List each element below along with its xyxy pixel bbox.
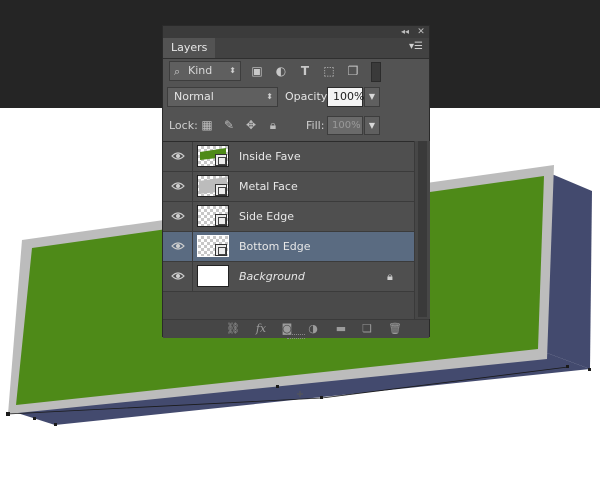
eye-icon xyxy=(171,272,185,280)
layer-row-metal-face[interactable]: Metal Face xyxy=(163,172,414,202)
lock-image-pixels-icon[interactable]: ✎ xyxy=(221,117,237,133)
blend-mode-select[interactable]: Normal ⬍ xyxy=(167,87,278,107)
kind-filter-select[interactable]: ⌕ Kind ⬍ xyxy=(169,61,241,81)
adjustment-layer-icon[interactable]: ◑ xyxy=(305,321,321,337)
panel-tabbar: Layers ▾☰ xyxy=(163,38,429,59)
updown-arrow-icon: ⬍ xyxy=(266,92,273,101)
eye-icon xyxy=(171,242,185,250)
smart-object-badge-icon xyxy=(215,244,227,256)
panel-bottom-toolbar: ⛓ fx ◙ ◑ ▬ ❏ 🗑︎ xyxy=(163,319,429,339)
smart-object-badge-icon xyxy=(215,184,227,196)
smart-object-badge-icon xyxy=(215,154,227,166)
opacity-dropdown-button[interactable]: ▼ xyxy=(364,87,380,107)
eye-icon xyxy=(171,152,185,160)
layer-name: Bottom Edge xyxy=(239,240,311,253)
anchor-point[interactable] xyxy=(320,396,323,399)
new-layer-icon[interactable]: ❏ xyxy=(359,321,375,337)
layer-name: Inside Fave xyxy=(239,150,301,163)
panel-titlebar[interactable]: ◂◂ ✕ xyxy=(163,26,429,38)
lock-all-icon[interactable]: 🔒︎ xyxy=(265,117,281,133)
layer-row-background[interactable]: Background 🔒︎ xyxy=(163,262,414,292)
blend-mode-value: Normal xyxy=(174,90,214,103)
smart-object-badge-icon xyxy=(215,214,227,226)
side-edge-shape xyxy=(547,172,592,369)
kind-filter-label: Kind xyxy=(188,64,213,77)
blend-mode-row: Normal ⬍ Opacity: 100% ▼ xyxy=(167,87,425,109)
layer-name: Metal Face xyxy=(239,180,298,193)
double-chevron-left-icon[interactable]: ◂◂ xyxy=(399,26,411,38)
fill-dropdown-button[interactable]: ▼ xyxy=(364,116,380,135)
anchor-point[interactable] xyxy=(566,365,569,368)
fill-input[interactable]: 100% xyxy=(327,116,363,135)
lock-label: Lock: xyxy=(169,119,198,132)
group-folder-icon[interactable]: ▬ xyxy=(333,321,349,337)
anchor-point[interactable] xyxy=(54,423,57,426)
scrollbar-thumb[interactable] xyxy=(418,141,427,317)
layer-name: Side Edge xyxy=(239,210,294,223)
layer-filter-row: ⌕ Kind ⬍ ▣ ◐ T ⬚ ❐ xyxy=(167,61,425,83)
close-icon[interactable]: ✕ xyxy=(415,26,427,38)
lock-icon[interactable]: 🔒︎ xyxy=(387,270,393,284)
layer-row-bottom-edge[interactable]: Bottom Edge xyxy=(163,232,414,262)
visibility-toggle[interactable] xyxy=(163,202,193,231)
visibility-toggle[interactable] xyxy=(163,262,193,291)
anchor-point[interactable] xyxy=(276,385,279,388)
visibility-toggle[interactable] xyxy=(163,142,193,171)
anchor-point[interactable] xyxy=(588,368,591,371)
opacity-label: Opacity: xyxy=(285,90,331,103)
lock-position-icon[interactable]: ✥ xyxy=(243,117,259,133)
panel-menu-icon[interactable]: ▾☰ xyxy=(409,41,423,52)
layers-panel: ◂◂ ✕ Layers ▾☰ ⌕ Kind ⬍ ▣ ◐ T ⬚ ❐ Normal… xyxy=(162,25,430,339)
eye-icon xyxy=(171,212,185,220)
fx-icon[interactable]: fx xyxy=(253,321,269,337)
fill-label: Fill: xyxy=(306,119,325,132)
resize-grip[interactable] xyxy=(287,334,305,339)
anchor-point[interactable] xyxy=(33,417,36,420)
search-icon: ⌕ xyxy=(174,65,181,78)
adjustment-layer-filter-icon[interactable]: ◐ xyxy=(273,63,289,79)
layer-row-inside-fave[interactable]: Inside Fave xyxy=(163,142,414,172)
layer-name: Background xyxy=(239,270,305,283)
layer-row-side-edge[interactable]: Side Edge xyxy=(163,202,414,232)
visibility-toggle[interactable] xyxy=(163,172,193,201)
trash-icon[interactable]: 🗑︎ xyxy=(387,321,403,337)
filter-toggle-icon[interactable] xyxy=(371,62,381,82)
pixel-layer-filter-icon[interactable]: ▣ xyxy=(249,63,265,79)
updown-arrow-icon: ⬍ xyxy=(229,66,236,75)
type-layer-filter-icon[interactable]: T xyxy=(297,63,313,79)
scrollbar[interactable] xyxy=(414,141,430,319)
lock-row: Lock: ▦ ✎ ✥ 🔒︎ Fill: 100% ▼ xyxy=(167,115,425,137)
eye-icon xyxy=(171,182,185,190)
link-layers-icon[interactable]: ⛓ xyxy=(225,321,241,337)
shape-layer-filter-icon[interactable]: ⬚ xyxy=(321,63,337,79)
lock-transparent-pixels-icon[interactable]: ▦ xyxy=(199,117,215,133)
layer-thumbnail xyxy=(197,265,229,287)
anchor-point[interactable] xyxy=(6,412,10,416)
visibility-toggle[interactable] xyxy=(163,232,193,261)
opacity-input[interactable]: 100% xyxy=(327,87,364,107)
smart-object-filter-icon[interactable]: ❐ xyxy=(345,63,361,79)
tab-layers[interactable]: Layers xyxy=(163,38,216,58)
layers-list: Inside Fave Metal Face Side Edge Bottom … xyxy=(163,141,414,320)
